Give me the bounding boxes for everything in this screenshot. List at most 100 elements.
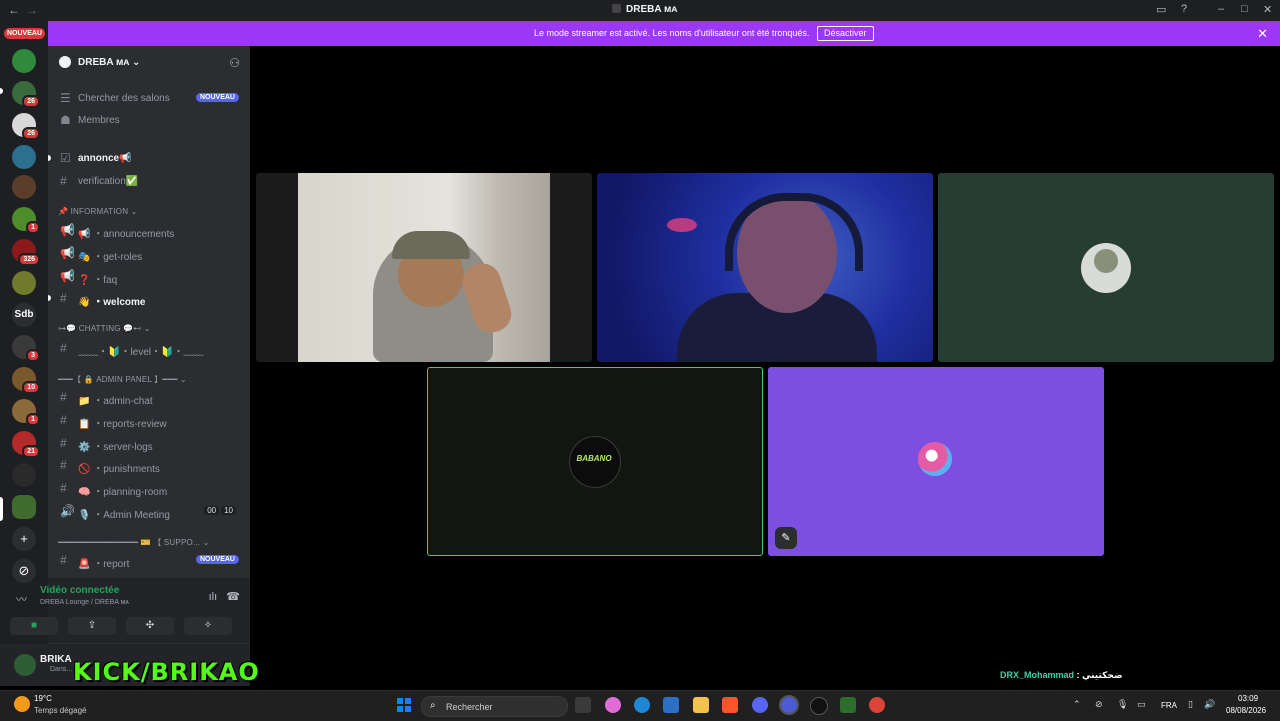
screen-share-button[interactable]: ⇪ (68, 617, 116, 635)
channel-punishments[interactable]: # 🚫 ・punishments (56, 455, 242, 475)
hashtag-icon: # (60, 413, 67, 427)
file-explorer-icon[interactable] (693, 697, 709, 713)
language-indicator[interactable]: FRA (1161, 701, 1177, 710)
search-channels[interactable]: ☰ Chercher des salons NOUVEAU (56, 88, 242, 108)
inbox-icon[interactable]: ▭ (1156, 3, 1166, 16)
clock-date[interactable]: 08/08/2026 (1226, 706, 1266, 715)
category-chatting[interactable]: ⊶💬 CHATTING 💬⊷ ⌄ (58, 324, 151, 333)
clock-time[interactable]: 03:09 (1238, 694, 1258, 703)
server-icon-sdb[interactable]: Sdb (12, 303, 36, 327)
channel-annonce[interactable]: ☑ annonce📢 (56, 148, 242, 168)
channel-faq[interactable]: 📢 ❓ ・faq (56, 266, 242, 286)
music-note-icon: ♪ (930, 445, 940, 465)
camera-button[interactable]: ■ (10, 617, 58, 635)
category-support[interactable]: ━━━━━━━━━━━━━━━━ 🎫 【 SUPPO... ⌄ (58, 537, 210, 548)
disconnect-icon[interactable]: ☎ (226, 591, 240, 603)
video-tile-participant-1[interactable] (256, 173, 592, 362)
taskbar-search[interactable]: ⌕ (421, 696, 568, 717)
server-icon-3[interactable]: 26 (12, 113, 40, 140)
noise-suppression-icon[interactable]: ılı (209, 591, 218, 603)
server-icon-14[interactable] (12, 463, 36, 487)
help-icon[interactable]: ? (1181, 3, 1187, 15)
video-tile-participant-4-speaking[interactable]: BABANO (427, 367, 763, 556)
invite-people-icon[interactable]: ⚇ (229, 56, 240, 70)
channel-welcome[interactable]: # 👋 ・welcome (56, 288, 242, 308)
activity-icon[interactable]: ✎ (775, 527, 797, 549)
channel-reports-review[interactable]: # 📋 ・reports-review (56, 410, 242, 430)
server-icon-1[interactable] (12, 49, 36, 73)
task-view-icon[interactable] (575, 697, 591, 713)
network-icon[interactable]: ⊘ (1095, 699, 1103, 710)
hashtag-icon: # (60, 341, 67, 355)
hashtag-icon: # (60, 458, 67, 472)
channel-report[interactable]: # 🚨 ・report NOUVEAU (56, 550, 242, 570)
video-tile-participant-2[interactable] (597, 173, 933, 362)
activities-button[interactable]: ✣ (126, 617, 174, 635)
microphone-icon[interactable]: 🎙 (1117, 699, 1128, 710)
close-icon[interactable]: ✕ (1257, 26, 1268, 42)
video-tile-participant-5[interactable]: ♪ ✎ (768, 367, 1104, 556)
server-icon-5[interactable] (12, 175, 36, 199)
server-icon-11[interactable]: 10 (12, 367, 40, 394)
server-icon-2[interactable]: 26 (12, 81, 40, 108)
search-input[interactable] (444, 699, 563, 715)
disable-streamer-mode-button[interactable]: Désactiver (817, 26, 874, 41)
maximize-icon[interactable]: □ (1241, 3, 1248, 15)
back-arrow-icon[interactable]: ← (8, 3, 20, 17)
voice-location: DREBA Lounge / DREBA ᴍᴀ (40, 599, 129, 606)
phone-link-icon[interactable]: ▯ (1188, 699, 1193, 710)
category-information[interactable]: 📌 INFORMATION ⌄ (58, 207, 138, 216)
minimize-icon[interactable]: – (1218, 3, 1224, 15)
discover-icon[interactable]: ⊘ (12, 559, 36, 583)
channel-server-logs[interactable]: # ⚙️ ・server-logs (56, 433, 242, 453)
volume-icon[interactable]: 🔊 (1204, 699, 1215, 710)
server-icon-4[interactable] (12, 145, 36, 169)
channel-verification[interactable]: # verification✅ (56, 171, 242, 191)
add-server-icon[interactable]: + (12, 527, 36, 551)
server-icon-6[interactable]: 1 (12, 207, 40, 234)
members-label: Membres (78, 115, 120, 126)
server-icon-12[interactable]: 1 (12, 399, 40, 426)
channel-planning-room[interactable]: # 🧠 ・planning-room (56, 478, 242, 498)
soundboard-button[interactable]: ✧ (184, 617, 232, 635)
channel-label: 🚫 ・punishments (78, 464, 160, 475)
mention-badge: 26 (22, 95, 40, 108)
channel-announcements[interactable]: 📢 📢 ・announcements (56, 220, 242, 240)
channel-admin-chat[interactable]: # 📁 ・admin-chat (56, 387, 242, 407)
hashtag-icon: # (60, 174, 67, 188)
tray-overflow-icon[interactable]: ⌃ (1073, 699, 1081, 710)
server-icon-8[interactable] (12, 271, 36, 295)
discord-icon[interactable] (752, 697, 768, 713)
members[interactable]: ☗ Membres (56, 110, 242, 130)
chrome-icon[interactable] (869, 697, 885, 713)
store-icon[interactable] (663, 697, 679, 713)
tray-app-icon[interactable]: ▭ (1137, 699, 1146, 710)
server-icon-7[interactable]: 326 (12, 239, 40, 266)
copilot-icon[interactable] (605, 697, 621, 713)
server-icon-13[interactable]: 21 (12, 431, 40, 458)
category-label: 📌 INFORMATION (58, 207, 129, 216)
channel-level[interactable]: # ﹏﹏・🔰・level・🔰・﹏﹏ (56, 338, 242, 358)
stream-chat-overlay: DRX_Mohammad : ضحكتيني (1000, 670, 1123, 681)
server-icon-dreba[interactable] (12, 495, 36, 519)
brave-icon[interactable] (722, 697, 738, 713)
category-admin-panel[interactable]: ━━━【 🔒 ADMIN PANEL 】━━━ ⌄ (58, 374, 187, 385)
edge-icon[interactable] (634, 697, 650, 713)
voice-channel-admin-meeting[interactable]: 🔊 🎙️ ・Admin Meeting 00 10 (56, 501, 242, 521)
video-tile-participant-3[interactable] (938, 173, 1274, 362)
avatar[interactable] (14, 654, 36, 676)
discord-active-icon[interactable] (779, 695, 799, 715)
obs-icon[interactable] (810, 697, 828, 715)
server-header[interactable]: DREBA ᴍᴀ ⌄ ⚇ (48, 46, 250, 80)
forward-arrow-icon[interactable]: → (26, 3, 38, 17)
speaker-icon: 🔊 (60, 504, 75, 518)
channel-get-roles[interactable]: 📢 🎭 ・get-roles (56, 243, 242, 263)
mention-badge: 21 (22, 445, 40, 458)
weather-icon[interactable] (14, 696, 30, 712)
close-window-icon[interactable]: ✕ (1263, 3, 1272, 16)
server-name-text: DREBA ᴍᴀ (78, 57, 130, 68)
server-icon-10[interactable]: 3 (12, 335, 40, 362)
channel-label: 🎙️ ・Admin Meeting (78, 510, 170, 521)
start-menu-icon[interactable] (397, 698, 411, 712)
kick-app-icon[interactable] (840, 697, 856, 713)
